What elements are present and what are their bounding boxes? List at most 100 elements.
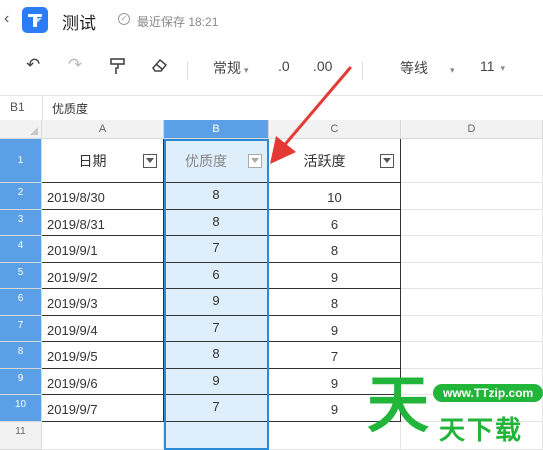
quality-cell[interactable]: 7 <box>164 395 269 422</box>
save-check-icon: ✓ <box>118 13 130 25</box>
cell-value: 8 <box>212 346 220 361</box>
row-header[interactable]: 5 <box>0 263 42 289</box>
empty-cell[interactable] <box>401 210 543 236</box>
row-header[interactable]: 10 <box>0 395 42 422</box>
row-header[interactable]: 9 <box>0 369 42 395</box>
title-bar: ‹ 测试 ✓ 最近保存 18:21 <box>0 0 543 40</box>
cell-value: 8 <box>212 187 220 202</box>
row-header[interactable]: 6 <box>0 289 42 316</box>
empty-cell[interactable] <box>401 236 543 263</box>
row-header[interactable]: 8 <box>0 342 42 369</box>
row-number: 10 <box>14 399 27 410</box>
back-chevron-icon[interactable]: ‹ <box>4 10 9 28</box>
date-cell[interactable]: 2019/9/3 <box>42 289 164 316</box>
cell-value: 6 <box>330 217 339 232</box>
activity-cell[interactable]: 9 <box>269 263 401 289</box>
formula-divider <box>42 96 43 120</box>
redo-icon[interactable]: ↷ <box>68 55 82 75</box>
cell-value: 2019/9/3 <box>47 296 98 311</box>
cell-value: 9 <box>212 373 220 388</box>
row-header[interactable]: 2 <box>0 183 42 210</box>
cell-value: 2019/9/2 <box>47 270 98 285</box>
row-header[interactable]: 11 <box>0 422 42 450</box>
quality-cell[interactable]: 7 <box>164 236 269 263</box>
header-cell-quality[interactable]: 优质度 <box>164 139 269 183</box>
caret-down-icon: ▾ <box>500 63 506 73</box>
save-status: 最近保存 18:21 <box>137 15 219 29</box>
quality-cell[interactable]: 7 <box>164 316 269 342</box>
empty-cell[interactable] <box>401 183 543 210</box>
activity-cell[interactable]: 8 <box>269 236 401 263</box>
cell-reference[interactable]: B1 <box>10 100 25 114</box>
cell-value: 10 <box>327 190 342 205</box>
cell-value: 2019/9/7 <box>47 402 98 417</box>
cell-value: 8 <box>330 243 339 258</box>
date-cell[interactable]: 2019/9/6 <box>42 369 164 395</box>
row-header[interactable]: 7 <box>0 316 42 342</box>
quality-cell[interactable]: 8 <box>164 342 269 369</box>
activity-cell[interactable]: 8 <box>269 289 401 316</box>
empty-cell[interactable] <box>42 422 164 450</box>
date-cell[interactable]: 2019/8/30 <box>42 183 164 210</box>
header-cell-date[interactable]: 日期 <box>42 139 164 183</box>
row-number: 11 <box>15 426 26 437</box>
filter-dropdown-icon[interactable] <box>380 154 394 168</box>
row-header[interactable]: 3 <box>0 210 42 236</box>
date-cell[interactable]: 2019/8/31 <box>42 210 164 236</box>
cell-value: 9 <box>330 270 339 285</box>
empty-cell[interactable] <box>401 316 543 342</box>
quality-cell[interactable]: 9 <box>164 369 269 395</box>
column-header-b[interactable]: B <box>164 120 269 139</box>
formula-input[interactable]: 优质度 <box>52 100 88 117</box>
date-cell[interactable]: 2019/9/7 <box>42 395 164 422</box>
cell-value: 2019/9/6 <box>47 376 98 391</box>
cell-value: 2019/9/4 <box>47 323 98 338</box>
undo-icon[interactable]: ↶ <box>26 55 40 75</box>
watermark-url: www.TTzip.com <box>433 384 543 402</box>
quality-cell[interactable]: 6 <box>164 263 269 289</box>
row-number: 5 <box>17 267 24 278</box>
empty-cell[interactable] <box>401 289 543 316</box>
activity-cell[interactable]: 9 <box>269 316 401 342</box>
activity-cell[interactable]: 7 <box>269 342 401 369</box>
row-header[interactable]: 4 <box>0 236 42 263</box>
empty-cell[interactable] <box>401 342 543 369</box>
font-name-select[interactable]: 等线 ▾ <box>400 58 455 78</box>
annotation-arrow-icon <box>270 66 352 164</box>
cell-value: 6 <box>212 267 220 282</box>
cell-value: 2019/9/5 <box>47 349 98 364</box>
row-header[interactable]: 1 <box>0 139 42 183</box>
cell-value: 8 <box>330 296 339 311</box>
font-size-select[interactable]: 11 ▾ <box>480 58 505 74</box>
activity-cell[interactable]: 10 <box>269 183 401 210</box>
format-painter-icon[interactable] <box>110 57 126 78</box>
document-title[interactable]: 测试 <box>62 9 96 34</box>
empty-cell[interactable] <box>164 422 269 450</box>
date-cell[interactable]: 2019/9/4 <box>42 316 164 342</box>
empty-cell[interactable] <box>401 139 543 183</box>
cell-value: 8 <box>212 214 220 229</box>
quality-cell[interactable]: 8 <box>164 183 269 210</box>
column-header-d[interactable]: D <box>401 120 543 139</box>
date-cell[interactable]: 2019/9/2 <box>42 263 164 289</box>
format-painter-glyph <box>110 58 125 74</box>
column-header-a[interactable]: A <box>42 120 164 139</box>
cell-value: 2019/8/31 <box>47 217 105 232</box>
row-number: 7 <box>17 320 24 331</box>
toolbar-divider <box>187 62 188 80</box>
empty-cell[interactable] <box>401 263 543 289</box>
select-all-corner[interactable] <box>0 120 42 139</box>
cell-value: 7 <box>212 240 220 255</box>
quality-cell[interactable]: 8 <box>164 210 269 236</box>
caret-down-icon: ▾ <box>244 65 249 75</box>
date-cell[interactable]: 2019/9/5 <box>42 342 164 369</box>
number-format-select[interactable]: 常规 ▾ <box>213 58 249 78</box>
quality-cell[interactable]: 9 <box>164 289 269 316</box>
toolbar-divider <box>362 62 363 80</box>
eraser-icon[interactable] <box>151 57 169 76</box>
activity-cell[interactable]: 6 <box>269 210 401 236</box>
header-label: 日期 <box>78 153 107 169</box>
cell-value: 2019/8/30 <box>47 190 105 205</box>
filter-dropdown-icon[interactable] <box>143 154 157 168</box>
date-cell[interactable]: 2019/9/1 <box>42 236 164 263</box>
